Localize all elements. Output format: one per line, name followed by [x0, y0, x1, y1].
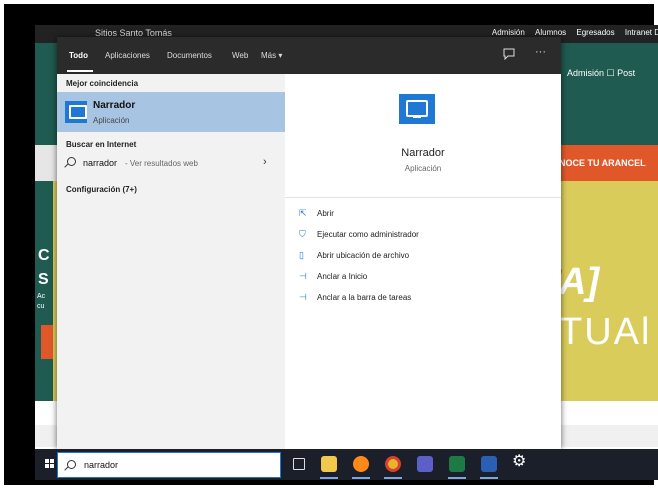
pin-taskbar-icon: ⊣ — [299, 292, 307, 302]
chrome-active-indicator — [384, 477, 402, 479]
site-top-links: Admisión Alumnos Egresados Intranet D — [484, 28, 658, 37]
active-tab-indicator — [67, 70, 93, 72]
best-match-type: Aplicación — [93, 116, 130, 125]
web-search-hint: - Ver resultados web — [125, 159, 198, 168]
left-letter-c: C — [38, 247, 50, 264]
detail-type: Aplicación — [404, 164, 442, 173]
outer-frame: Sitios Santo Tomás Admisión Alumnos Egre… — [4, 4, 658, 485]
action-pin-start-label: Anclar a Inicio — [317, 272, 368, 281]
detail-divider — [285, 197, 561, 198]
tab-todo[interactable]: Todo — [69, 51, 88, 60]
action-open-label: Abrir — [317, 209, 334, 218]
action-pin-taskbar[interactable]: ⊣ Anclar a la barra de tareas — [299, 292, 411, 306]
narrator-icon — [65, 101, 87, 123]
tab-web[interactable]: Web — [232, 51, 248, 60]
site-link-egresados[interactable]: Egresados — [576, 28, 614, 37]
search-icon — [67, 157, 76, 166]
search-icon — [67, 460, 76, 469]
settings-gear-icon[interactable]: ⚙ — [512, 454, 528, 470]
start-search-menu: Todo Aplicaciones Documentos Web Más ▾ ·… — [57, 37, 561, 449]
chevron-right-icon[interactable]: › — [263, 156, 267, 168]
action-open-location-label: Abrir ubicación de archivo — [317, 251, 410, 260]
hero-text-1: A] — [559, 261, 600, 303]
teams-icon[interactable] — [417, 456, 433, 472]
best-match-name: Narrador — [93, 100, 136, 111]
best-match-title: Mejor coincidencia — [66, 79, 139, 88]
word-active-indicator — [480, 477, 498, 479]
internet-title: Buscar en Internet — [66, 140, 137, 149]
results-list: Mejor coincidencia Narrador Aplicación B… — [57, 74, 285, 449]
detail-name: Narrador — [401, 147, 445, 159]
action-open[interactable]: ⇱ Abrir — [299, 208, 334, 222]
screen: Sitios Santo Tomás Admisión Alumnos Egre… — [35, 25, 658, 480]
folder-location-icon: ▯ — [299, 250, 304, 260]
task-view-icon[interactable] — [293, 458, 305, 470]
action-run-as-admin[interactable]: ⛉ Ejecutar como administrador — [299, 229, 419, 243]
left-letter-s: S — [38, 271, 49, 288]
shield-run-icon: ⛉ — [299, 229, 306, 239]
best-match-item[interactable]: Narrador Aplicación — [57, 92, 285, 132]
arancel-button[interactable]: NOCE TU ARANCEL — [555, 145, 658, 181]
result-detail: Narrador Aplicación ⇱ Abrir ⛉ Ejecutar com… — [285, 74, 561, 449]
file-explorer-icon[interactable] — [321, 456, 337, 472]
ellipsis-icon[interactable]: ··· — [535, 46, 546, 58]
web-search-item[interactable]: narrador - Ver resultados web › — [57, 154, 285, 174]
action-run-as-admin-label: Ejecutar como administrador — [317, 230, 419, 239]
left-small-2: cu — [37, 303, 45, 310]
tab-mas[interactable]: Más ▾ — [261, 51, 282, 60]
site-left-strip: C S Ac cu — [35, 181, 53, 401]
open-icon: ⇱ — [299, 208, 307, 218]
taskbar-search-box[interactable] — [57, 452, 281, 478]
file-explorer-active-indicator — [320, 477, 338, 479]
feedback-icon[interactable] — [503, 48, 515, 63]
site-link-admision[interactable]: Admisión — [492, 28, 525, 37]
action-pin-start[interactable]: ⊣ Anclar a Inicio — [299, 271, 367, 285]
tab-documentos[interactable]: Documentos — [167, 51, 212, 60]
site-header-link[interactable]: Admisión ☐ Post — [567, 68, 635, 79]
tab-aplicaciones[interactable]: Aplicaciones — [105, 51, 150, 60]
taskbar: ⚙ — [35, 449, 658, 480]
site-link-intranet[interactable]: Intranet D — [625, 28, 658, 37]
action-open-location[interactable]: ▯ Abrir ubicación de archivo — [299, 250, 409, 264]
search-tabs: Todo Aplicaciones Documentos Web Más ▾ ·… — [57, 37, 561, 74]
web-search-term: narrador — [83, 158, 118, 168]
windows-start-icon[interactable] — [45, 459, 55, 469]
left-small-1: Ac — [37, 293, 46, 300]
excel-active-indicator — [448, 477, 466, 479]
firefox-active-indicator — [352, 477, 370, 479]
action-pin-taskbar-label: Anclar a la barra de tareas — [317, 293, 412, 302]
taskbar-search-input[interactable] — [84, 458, 264, 472]
narrator-large-icon — [399, 94, 435, 124]
chrome-icon[interactable] — [385, 456, 401, 472]
pin-start-icon: ⊣ — [299, 271, 307, 281]
excel-icon[interactable] — [449, 456, 465, 472]
hero-text-2: TUAl — [559, 311, 652, 353]
settings-title[interactable]: Configuración (7+) — [66, 185, 137, 194]
site-link-alumnos[interactable]: Alumnos — [535, 28, 566, 37]
site-orange-button[interactable] — [41, 325, 53, 359]
word-icon[interactable] — [481, 456, 497, 472]
firefox-icon[interactable] — [353, 456, 369, 472]
